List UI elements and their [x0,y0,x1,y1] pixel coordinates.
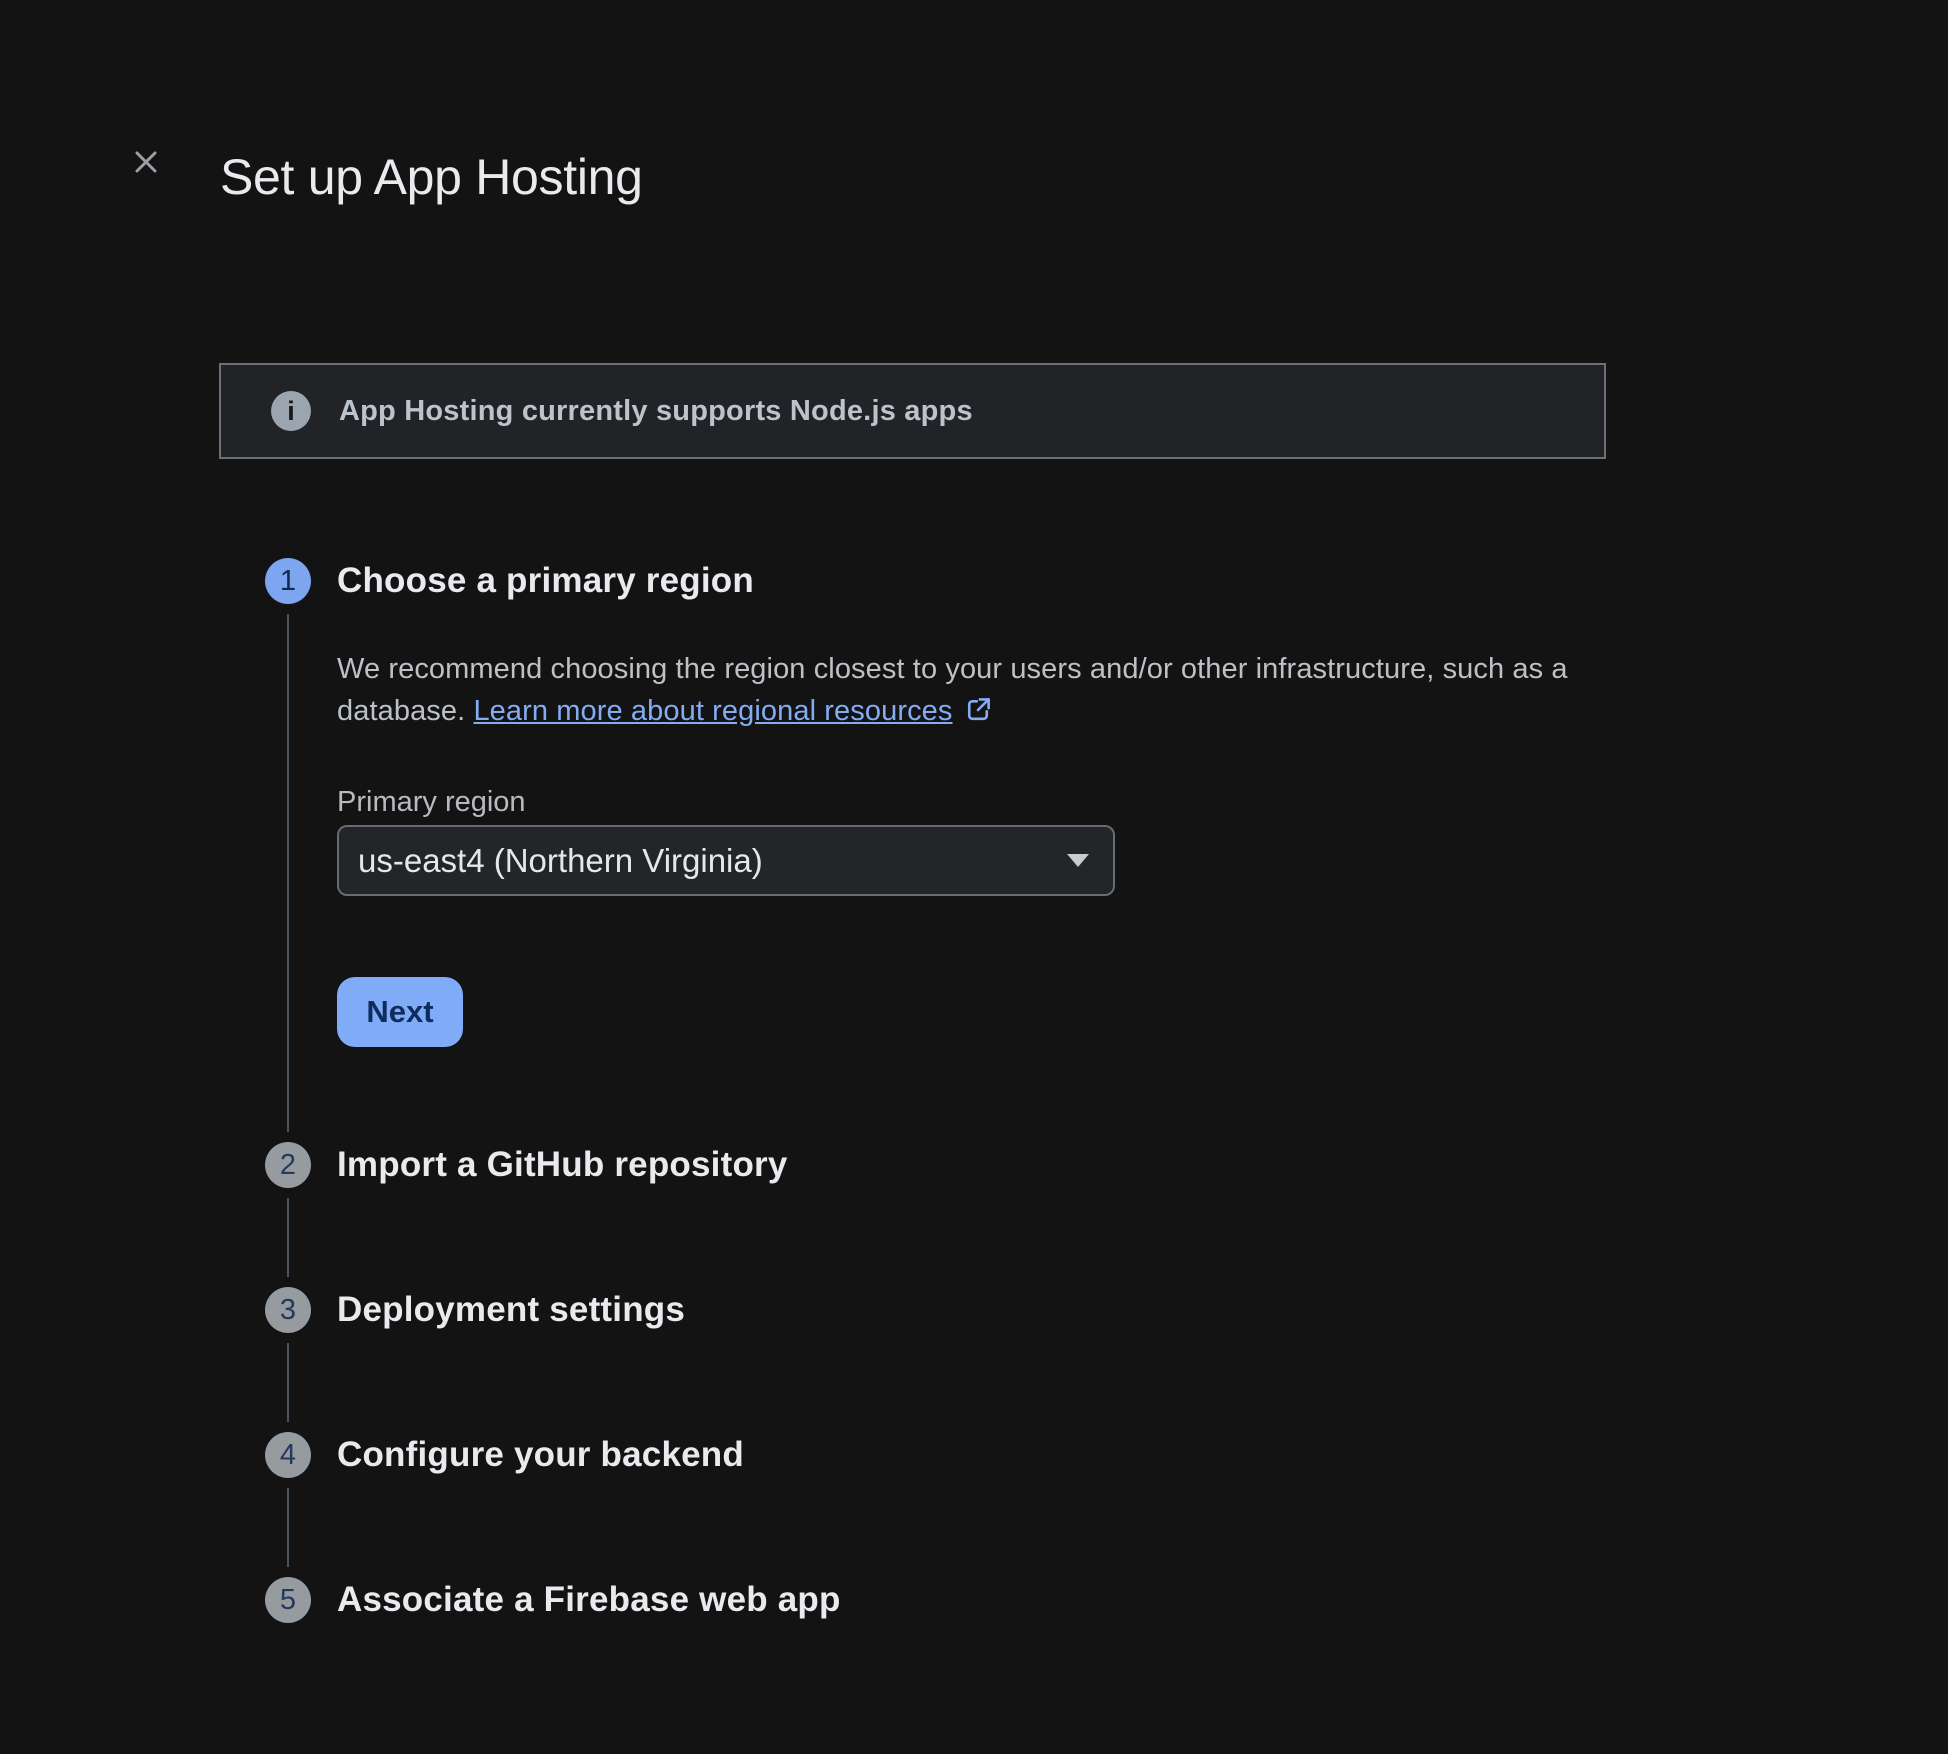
info-icon: i [271,391,311,431]
step-5-title: Associate a Firebase web app [337,1580,841,1620]
learn-more-link-label: Learn more about regional resources [473,695,952,727]
step-1-header: 1 Choose a primary region [265,558,1572,604]
external-link-icon [963,700,993,732]
step-4-title: Configure your backend [337,1435,744,1475]
region-description: We recommend choosing the region closest… [337,648,1572,737]
step-5-number-badge: 5 [265,1577,311,1623]
primary-region-label: Primary region [337,785,1572,819]
setup-stepper: 1 Choose a primary region We recommend c… [265,558,1572,1623]
dropdown-arrow-icon [1067,854,1089,867]
step-configure-your-backend: 4 Configure your backend [265,1432,1572,1577]
step-1-body: We recommend choosing the region closest… [337,648,1572,1047]
step-associate-firebase-web-app: 5 Associate a Firebase web app [265,1577,1572,1623]
close-button[interactable] [128,144,164,180]
close-icon [130,146,162,178]
step-1-number-badge: 1 [265,558,311,604]
info-banner-text: App Hosting currently supports Node.js a… [339,395,973,428]
primary-region-select[interactable]: us-east4 (Northern Virginia) [337,825,1115,896]
step-choose-primary-region: 1 Choose a primary region We recommend c… [265,558,1572,1142]
step-3-number-badge: 3 [265,1287,311,1333]
step-4-header: 4 Configure your backend [265,1432,1572,1478]
step-2-title: Import a GitHub repository [337,1145,788,1185]
step-deployment-settings: 3 Deployment settings [265,1287,1572,1432]
step-import-github-repository: 2 Import a GitHub repository [265,1142,1572,1287]
step-3-title: Deployment settings [337,1290,685,1330]
step-2-number-badge: 2 [265,1142,311,1188]
step-2-header: 2 Import a GitHub repository [265,1142,1572,1188]
page-title: Set up App Hosting [220,147,643,207]
app-hosting-setup-dialog: { "dialog": { "title": "Set up App Hosti… [0,0,1948,1754]
step-5-header: 5 Associate a Firebase web app [265,1577,1572,1623]
primary-region-selected-value: us-east4 (Northern Virginia) [358,842,1067,880]
learn-more-link[interactable]: Learn more about regional resources [473,695,992,727]
step-4-number-badge: 4 [265,1432,311,1478]
step-1-title: Choose a primary region [337,561,754,601]
step-3-header: 3 Deployment settings [265,1287,1572,1333]
info-banner: i App Hosting currently supports Node.js… [219,363,1606,459]
next-button[interactable]: Next [337,977,463,1047]
